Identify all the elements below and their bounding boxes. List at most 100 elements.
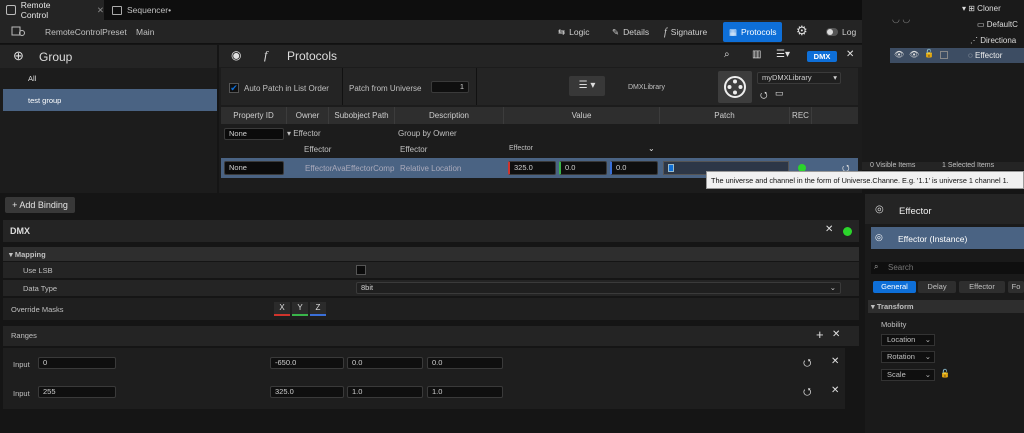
add-group-icon[interactable]: ⊕ <box>13 48 24 64</box>
column-header[interactable]: REC <box>790 107 812 124</box>
tab-bar: Remote Control ✕ Sequencer• <box>0 0 862 20</box>
library-menu-button[interactable]: ☰ ▾ <box>569 76 605 96</box>
chevron-down-icon: ⌄ <box>829 283 836 292</box>
tab-remote-control[interactable]: Remote Control ✕ <box>0 0 104 20</box>
protocol-icon: ◉ <box>231 48 242 62</box>
value-z-field[interactable]: 0.0 <box>610 161 658 175</box>
range-z-field[interactable]: 1.0 <box>427 386 503 398</box>
mask-x-toggle[interactable]: X <box>274 302 290 316</box>
add-binding-button[interactable]: + Add Binding <box>5 197 75 213</box>
value-y-field[interactable]: 0.0 <box>559 161 607 175</box>
mask-z-toggle[interactable]: Z <box>310 302 326 316</box>
filter-icon[interactable]: ☰▾ <box>776 49 790 60</box>
column-header[interactable]: Subobject Path <box>329 107 395 124</box>
close-icon[interactable]: ✕ <box>831 356 839 367</box>
rotation-dropdown[interactable]: Rotation ⌄ <box>881 351 935 363</box>
effector-icon: ◌ <box>968 51 975 60</box>
function-icon[interactable]: f <box>264 48 267 63</box>
mapping-label: ▾ Mapping <box>9 250 46 259</box>
property-id-field[interactable]: None <box>224 128 284 140</box>
patch-from-universe-input[interactable]: 1 <box>431 81 469 93</box>
column-header[interactable]: Property ID <box>221 107 287 124</box>
outliner-item-label: ◌ Effector <box>968 51 1003 60</box>
range-y-field[interactable]: 1.0 <box>347 386 423 398</box>
column-header[interactable]: Patch <box>660 107 790 124</box>
library-label: DMXLibrary <box>628 84 665 91</box>
column-header[interactable]: Description <box>395 107 504 124</box>
main-label[interactable]: Main <box>136 27 154 37</box>
binding-description: Relative Location <box>400 164 462 173</box>
details-tab-general[interactable]: General <box>873 281 916 293</box>
property-id-field[interactable]: None <box>224 161 284 175</box>
visibility-eye-icon[interactable]: ◡ ◡ <box>892 14 910 25</box>
use-lsb-checkbox[interactable] <box>356 265 366 275</box>
value-x-field[interactable]: 325.0 <box>508 161 556 175</box>
lock-icon[interactable]: 🔓 <box>924 49 934 58</box>
auto-patch-checkbox[interactable]: ✔ <box>229 83 239 93</box>
reset-icon[interactable]: ⭯ <box>803 385 811 402</box>
outliner-status-bar: 0 Visible Items 1 Selected Items <box>862 162 1024 170</box>
details-tab-effector[interactable]: Effector <box>959 281 1005 293</box>
group-item-test-group[interactable]: test group <box>3 89 217 111</box>
logic-icon: ⇆ <box>558 26 566 37</box>
details-tab-fo[interactable]: Fo <box>1008 281 1024 293</box>
outliner-item-effector[interactable]: 👁 👁 🔓 ◌ Effector <box>890 48 1024 63</box>
main-toolbar: RemoteControlPreset Main ⇆ Logic ✎ Details… <box>0 20 862 44</box>
scale-dropdown[interactable]: Scale ⌄ <box>881 369 935 381</box>
group-owner[interactable]: ▾ Effector <box>287 129 321 138</box>
range-input-field[interactable]: 0 <box>38 357 116 369</box>
instance-item[interactable]: ◎ Effector (Instance) <box>871 227 1024 249</box>
binding-panel: + Add Binding DMX ✕ ▾ Mapping Use LSB Da… <box>0 194 862 433</box>
close-icon[interactable]: ✕ <box>846 49 854 60</box>
log-toggle[interactable]: Log <box>820 22 862 42</box>
settings-gear-icon[interactable]: ⚙ <box>796 23 808 39</box>
search-icon[interactable]: ⌕ <box>724 49 730 60</box>
preset-icon[interactable] <box>11 25 25 40</box>
signature-button[interactable]: f Signature <box>658 22 713 42</box>
reset-icon[interactable]: ⭯ <box>803 356 811 373</box>
protocols-button[interactable]: ▦ Protocols <box>723 22 783 42</box>
close-icon[interactable]: ✕ <box>97 5 104 16</box>
patch-tooltip: The universe and channel in the form of … <box>706 171 1024 189</box>
signature-icon: f <box>664 26 667 38</box>
dmx-library-select[interactable]: myDMXLibrary ▾ <box>757 72 841 84</box>
tab-sequencer[interactable]: Sequencer• <box>106 0 196 20</box>
mapping-header[interactable]: ▾ Mapping <box>3 247 859 261</box>
browse-folder-icon[interactable]: ▭ <box>775 88 784 99</box>
chevron-down-icon[interactable]: ⌄ <box>648 144 655 153</box>
checkbox[interactable] <box>940 51 948 59</box>
mask-y-toggle[interactable]: Y <box>292 302 308 316</box>
protocol-badge[interactable]: DMX <box>807 51 837 62</box>
logic-button[interactable]: ⇆ Logic <box>552 22 595 42</box>
visibility-eye-icon[interactable]: 👁 <box>894 50 904 59</box>
location-dropdown[interactable]: Location ⌄ <box>881 334 935 346</box>
outliner-item-default[interactable]: ▭ DefaultC <box>977 20 1018 29</box>
close-icon[interactable]: ✕ <box>832 329 840 340</box>
close-icon[interactable]: ✕ <box>825 224 833 235</box>
transform-header[interactable]: ▾ Transform <box>868 300 1024 313</box>
search-input[interactable]: ⌕ Search <box>871 262 1024 274</box>
column-header[interactable]: Owner <box>287 107 329 124</box>
outliner-item-directional[interactable]: ⋰ Directiona <box>970 36 1016 45</box>
protocols-icon: ▦ <box>729 26 738 37</box>
details-button[interactable]: ✎ Details <box>606 22 655 42</box>
column-header[interactable]: Value <box>504 107 660 124</box>
data-type-select[interactable]: 8bit ⌄ <box>356 282 841 294</box>
add-icon[interactable]: + <box>816 327 824 342</box>
range-x-field[interactable]: -650.0 <box>270 357 344 369</box>
range-x-field[interactable]: 325.0 <box>270 386 344 398</box>
range-y-field[interactable]: 0.0 <box>347 357 423 369</box>
range-input-field[interactable]: 255 <box>38 386 116 398</box>
visibility-eye-icon[interactable]: 👁 <box>909 50 919 59</box>
group-item-label[interactable]: All <box>28 74 36 83</box>
reset-icon[interactable]: ⭯ <box>760 88 768 104</box>
columns-icon[interactable]: ▥ <box>752 49 761 60</box>
outliner-item-cloner[interactable]: ▾ ⊞ Cloner <box>962 4 1001 13</box>
mobility-label: Mobility <box>881 320 907 329</box>
data-type-label: Data Type <box>23 284 58 293</box>
patch-from-universe-label: Patch from Universe <box>349 84 422 93</box>
details-tab-delay[interactable]: Delay <box>918 281 956 293</box>
close-icon[interactable]: ✕ <box>831 385 839 396</box>
lock-icon[interactable]: 🔓 <box>940 369 950 378</box>
range-z-field[interactable]: 0.0 <box>427 357 503 369</box>
